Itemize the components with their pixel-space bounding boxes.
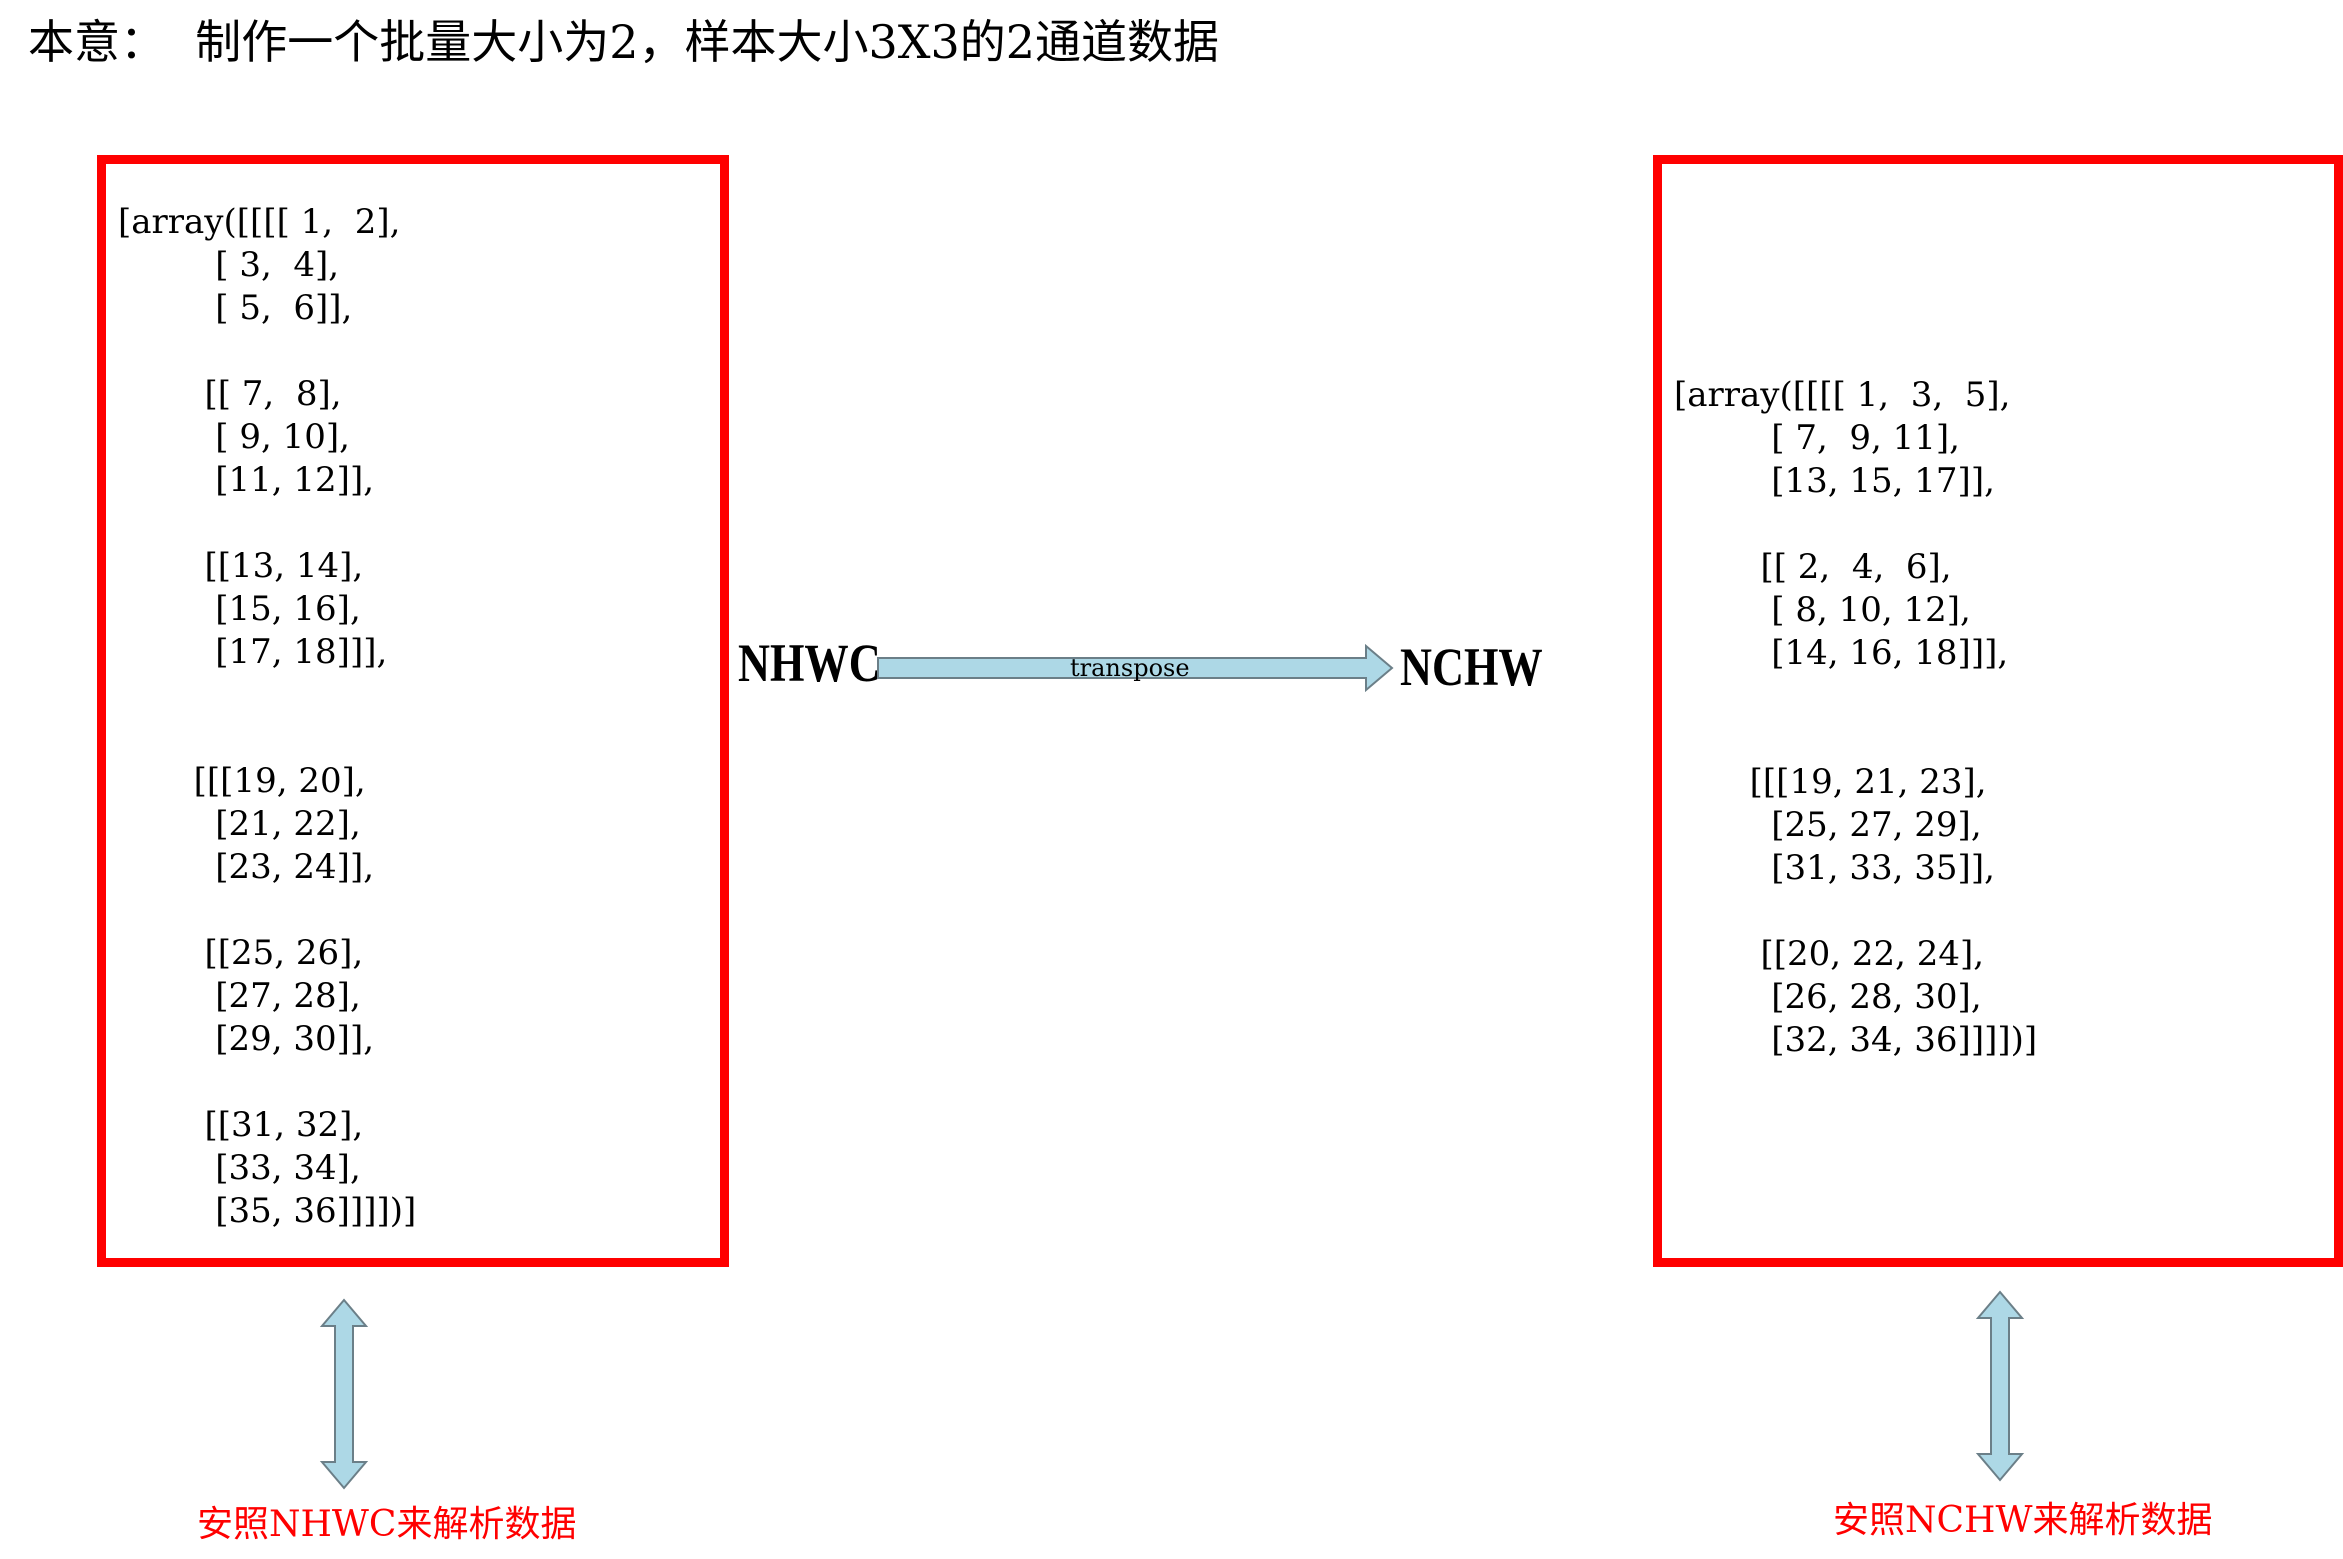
double-arrow-vertical-icon: [319, 1298, 369, 1490]
nhwc-array-text: [array([[[[ 1, 2], [ 3, 4], [ 5, 6]], [[…: [118, 202, 417, 1231]
double-arrow-vertical-icon: [1975, 1290, 2025, 1482]
transpose-label: transpose: [1070, 654, 1190, 682]
nhwc-caption: 安照NHWC来解析数据: [197, 1504, 577, 1545]
nchw-caption: 安照NCHW来解析数据: [1833, 1500, 2213, 1541]
nhwc-array-box: [array([[[[ 1, 2], [ 3, 4], [ 5, 6]], [[…: [97, 155, 729, 1267]
target-format-label: NCHW: [1400, 637, 1543, 697]
source-format-label: NHWC: [738, 633, 881, 693]
nchw-array-text: [array([[[[ 1, 3, 5], [ 7, 9, 11], [13, …: [1674, 375, 2038, 1060]
page-title: 本意： 制作一个批量大小为2，样本大小3X3的2通道数据: [28, 15, 1220, 69]
nchw-array-box: [array([[[[ 1, 3, 5], [ 7, 9, 11], [13, …: [1653, 155, 2343, 1267]
